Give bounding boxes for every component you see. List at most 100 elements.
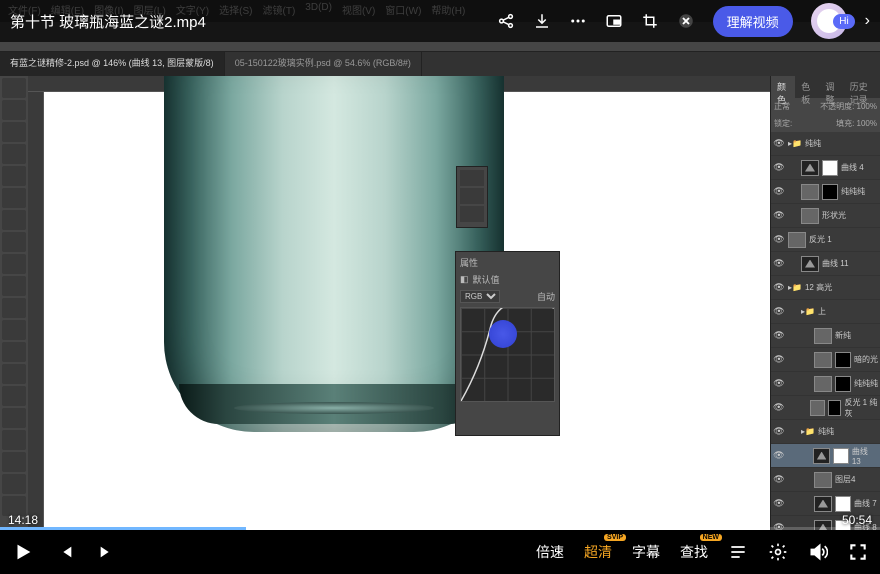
visibility-icon[interactable]: 👁: [773, 210, 785, 222]
layer-row[interactable]: 👁 形状光: [771, 204, 880, 228]
layer-name[interactable]: 曲线 7: [854, 498, 877, 509]
next-button[interactable]: [98, 544, 114, 560]
curve-control-point[interactable]: [489, 320, 517, 348]
download-icon[interactable]: [533, 12, 551, 30]
layer-row[interactable]: 👁▸📁12 高光: [771, 276, 880, 300]
layer-name[interactable]: 曲线 13: [852, 446, 878, 466]
user-avatar[interactable]: Hi: [811, 3, 847, 39]
understand-video-button[interactable]: 理解视频: [713, 6, 793, 37]
search-button[interactable]: 查找NEW: [680, 542, 708, 562]
panel-tab[interactable]: 色板: [795, 76, 819, 98]
layer-lock-options[interactable]: 锁定:填充: 100%: [771, 115, 880, 132]
layer-name[interactable]: 曲线 4: [841, 162, 864, 173]
visibility-icon[interactable]: 👁: [773, 234, 785, 246]
playlist-icon[interactable]: [728, 542, 748, 562]
ps-toolbox[interactable]: [0, 76, 28, 530]
tool-button[interactable]: [2, 386, 26, 406]
layer-row[interactable]: 👁 纯纯纯: [771, 372, 880, 396]
tool-button[interactable]: [2, 100, 26, 120]
panel-tab[interactable]: 颜色: [771, 76, 795, 98]
tool-button[interactable]: [2, 276, 26, 296]
tool-button[interactable]: [2, 364, 26, 384]
curves-properties-panel[interactable]: 属性 ◧默认值 RGB 自动: [455, 251, 560, 436]
layer-name[interactable]: 反光 1 纯灰: [844, 397, 878, 419]
subtitle-button[interactable]: 字幕: [632, 542, 660, 562]
mask-thumb[interactable]: [822, 160, 838, 176]
panel-tab[interactable]: 历史记录: [844, 76, 880, 98]
tool-button[interactable]: [2, 166, 26, 186]
mask-thumb[interactable]: [833, 448, 849, 464]
visibility-icon[interactable]: 👁: [773, 378, 785, 390]
quality-button[interactable]: 超清SVIP: [584, 542, 612, 562]
layer-name[interactable]: 上: [818, 306, 826, 317]
tool-button[interactable]: [2, 452, 26, 472]
visibility-icon[interactable]: 👁: [773, 282, 785, 294]
layer-row[interactable]: 👁 反光 1 纯灰: [771, 396, 880, 420]
tool-button[interactable]: [2, 254, 26, 274]
volume-icon[interactable]: [808, 542, 828, 562]
ps-canvas-area[interactable]: 属性 ◧默认值 RGB 自动: [28, 76, 770, 530]
visibility-icon[interactable]: 👁: [773, 306, 785, 318]
curves-preset[interactable]: 默认值: [473, 273, 500, 286]
layer-row[interactable]: 👁▸📁纯纯: [771, 420, 880, 444]
layer-row[interactable]: 👁反光 1: [771, 228, 880, 252]
layer-name[interactable]: 12 高光: [805, 282, 832, 293]
mask-thumb[interactable]: [835, 376, 851, 392]
tool-button[interactable]: [2, 298, 26, 318]
tool-button[interactable]: [2, 232, 26, 252]
share-icon[interactable]: [497, 12, 515, 30]
layer-name[interactable]: 纯纯: [818, 426, 834, 437]
play-button[interactable]: [12, 541, 34, 563]
prev-button[interactable]: [58, 544, 74, 560]
chevron-right-icon[interactable]: ›: [865, 12, 870, 30]
layer-name[interactable]: 纯纯: [805, 138, 821, 149]
layer-row[interactable]: 👁 暗的光: [771, 348, 880, 372]
tool-button[interactable]: [2, 342, 26, 362]
channel-select[interactable]: RGB: [460, 290, 500, 303]
layer-blend-options[interactable]: 正常不透明度: 100%: [771, 98, 880, 115]
curve-graph[interactable]: [460, 307, 555, 402]
layer-row[interactable]: 👁 纯纯纯: [771, 180, 880, 204]
layer-name[interactable]: 纯纯纯: [841, 186, 865, 197]
auto-button[interactable]: 自动: [537, 290, 555, 303]
panel-tab[interactable]: 调整: [819, 76, 843, 98]
pip-icon[interactable]: [605, 12, 623, 30]
layers-list[interactable]: 👁▸📁纯纯👁曲线 4👁纯纯纯👁形状光👁反光 1👁曲线 11👁▸📁12 高光👁▸📁…: [771, 132, 880, 542]
layer-row[interactable]: 👁曲线 11: [771, 252, 880, 276]
speed-button[interactable]: 倍速: [536, 542, 564, 562]
layer-name[interactable]: 新纯: [835, 330, 851, 341]
navigator-mini-panel[interactable]: [456, 166, 488, 228]
more-icon[interactable]: [569, 12, 587, 30]
visibility-icon[interactable]: 👁: [773, 474, 785, 486]
layer-name[interactable]: 暗的光: [854, 354, 878, 365]
layer-row[interactable]: 👁▸📁上: [771, 300, 880, 324]
tool-button[interactable]: [2, 320, 26, 340]
mask-thumb[interactable]: [828, 400, 841, 416]
layer-row[interactable]: 👁图层4: [771, 468, 880, 492]
tool-button[interactable]: [2, 408, 26, 428]
visibility-icon[interactable]: 👁: [773, 138, 785, 150]
settings-icon[interactable]: [768, 542, 788, 562]
tool-button[interactable]: [2, 122, 26, 142]
visibility-icon[interactable]: 👁: [773, 402, 784, 414]
visibility-icon[interactable]: 👁: [773, 330, 785, 342]
mask-thumb[interactable]: [822, 184, 838, 200]
visibility-icon[interactable]: 👁: [773, 354, 785, 366]
right-panel-tabs[interactable]: 颜色色板调整历史记录: [771, 76, 880, 98]
close-icon[interactable]: [677, 12, 695, 30]
visibility-icon[interactable]: 👁: [773, 186, 785, 198]
layer-name[interactable]: 形状光: [822, 210, 846, 221]
layer-row[interactable]: 👁曲线 4: [771, 156, 880, 180]
fullscreen-icon[interactable]: [848, 542, 868, 562]
tool-button[interactable]: [2, 474, 26, 494]
ps-doc-tabs[interactable]: 有蓝之谜精修-2.psd @ 146% (曲线 13, 图层蒙版/8)05-15…: [0, 52, 880, 76]
layer-name[interactable]: 纯纯纯: [854, 378, 878, 389]
doc-tab[interactable]: 有蓝之谜精修-2.psd @ 146% (曲线 13, 图层蒙版/8): [0, 52, 225, 76]
layer-row[interactable]: 👁▸📁纯纯: [771, 132, 880, 156]
tool-button[interactable]: [2, 78, 26, 98]
tool-button[interactable]: [2, 188, 26, 208]
mask-thumb[interactable]: [835, 352, 851, 368]
layer-name[interactable]: 曲线 11: [822, 258, 849, 269]
artboard[interactable]: [44, 92, 770, 530]
tool-button[interactable]: [2, 430, 26, 450]
